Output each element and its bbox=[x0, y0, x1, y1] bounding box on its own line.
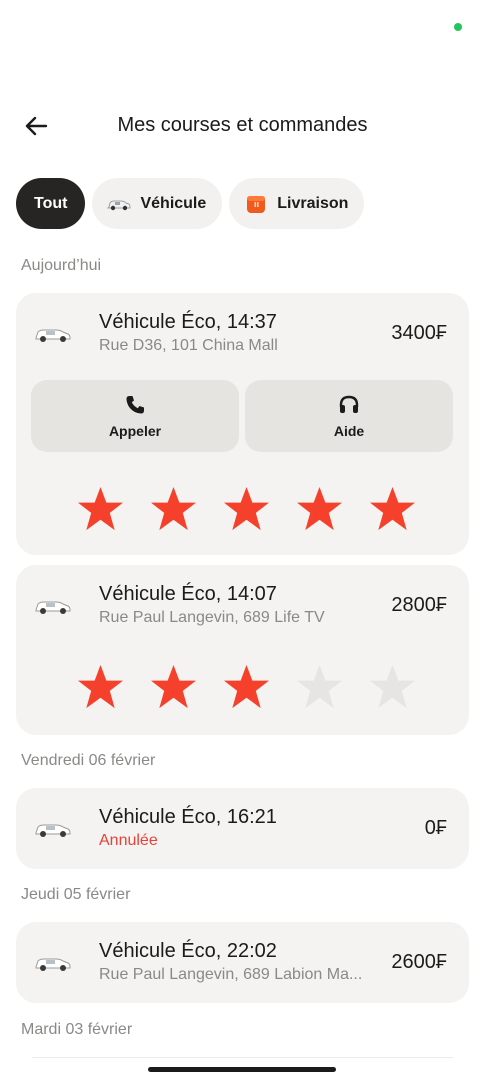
car-icon bbox=[35, 601, 71, 614]
star-icon[interactable] bbox=[295, 486, 344, 533]
filter-chip-label: Tout bbox=[34, 194, 68, 212]
ride-status-cancelled: Annulée bbox=[99, 832, 158, 849]
filter-chip-vehicle[interactable]: Véhicule bbox=[92, 178, 223, 229]
call-button[interactable]: Appeler bbox=[31, 380, 239, 452]
ride-title: Véhicule Éco, 16:21 bbox=[99, 806, 277, 828]
phone-icon bbox=[126, 396, 144, 414]
ride-price: 3400₣ bbox=[391, 322, 447, 344]
section-header-date: Jeudi 05 février bbox=[21, 886, 131, 903]
car-icon bbox=[35, 958, 71, 971]
star-icon[interactable] bbox=[222, 664, 271, 711]
star-icon[interactable] bbox=[149, 664, 198, 711]
star-icon[interactable] bbox=[149, 486, 198, 533]
filter-chip-label: Véhicule bbox=[140, 194, 207, 212]
star-icon[interactable] bbox=[222, 486, 271, 533]
divider bbox=[32, 1057, 453, 1058]
ride-card: Véhicule Éco, 14:37 Rue D36, 101 China M… bbox=[16, 293, 469, 555]
ride-title: Véhicule Éco, 14:07 bbox=[99, 583, 277, 605]
ride-title: Véhicule Éco, 22:02 bbox=[99, 940, 277, 962]
star-icon[interactable] bbox=[76, 664, 125, 711]
car-icon bbox=[35, 329, 71, 342]
star-icon[interactable] bbox=[368, 664, 417, 711]
filter-chips: Tout Véhicule Livraison bbox=[16, 178, 365, 229]
star-icon[interactable] bbox=[295, 664, 344, 711]
page-title: Mes courses et commandes bbox=[117, 114, 368, 136]
ride-address: Rue D36, 101 China Mall bbox=[99, 337, 278, 354]
ride-address: Rue Paul Langevin, 689 Labion Ma... bbox=[99, 966, 363, 983]
section-header-date: Mardi 03 février bbox=[21, 1021, 133, 1038]
ride-price: 0₣ bbox=[424, 817, 447, 839]
delivery-box-icon bbox=[243, 191, 269, 217]
home-indicator[interactable] bbox=[148, 1067, 336, 1072]
ride-row[interactable]: Véhicule Éco, 22:02 Rue Paul Langevin, 6… bbox=[16, 922, 469, 1002]
ride-address: Rue Paul Langevin, 689 Life TV bbox=[99, 609, 325, 626]
ride-card: Véhicule Éco, 14:07 Rue Paul Langevin, 6… bbox=[16, 565, 469, 735]
star-icon[interactable] bbox=[76, 486, 125, 533]
header: Mes courses et commandes bbox=[0, 106, 485, 146]
status-indicator-dot bbox=[454, 23, 462, 31]
filter-chip-all[interactable]: Tout bbox=[16, 178, 86, 229]
car-icon bbox=[35, 824, 71, 837]
ride-row[interactable]: Véhicule Éco, 14:37 Rue D36, 101 China M… bbox=[16, 293, 469, 373]
ride-price: 2600₣ bbox=[391, 951, 447, 973]
ride-row[interactable]: Véhicule Éco, 14:07 Rue Paul Langevin, 6… bbox=[16, 565, 469, 645]
star-icon[interactable] bbox=[368, 486, 417, 533]
rating-stars bbox=[76, 664, 417, 711]
ride-price: 2800₣ bbox=[391, 594, 447, 616]
section-header-today: Aujourd’hui bbox=[21, 257, 102, 274]
car-icon bbox=[106, 191, 132, 217]
help-button[interactable]: Aide bbox=[245, 380, 453, 452]
ride-row[interactable]: Véhicule Éco, 16:21 Annulée 0₣ bbox=[16, 788, 469, 868]
filter-chip-delivery[interactable]: Livraison bbox=[229, 178, 365, 229]
headset-icon bbox=[339, 395, 359, 413]
rating-stars bbox=[76, 486, 417, 533]
section-header-date: Vendredi 06 février bbox=[21, 752, 156, 769]
ride-card: Véhicule Éco, 16:21 Annulée 0₣ bbox=[16, 788, 469, 869]
ride-actions: Appeler Aide bbox=[31, 380, 453, 452]
call-button-label: Appeler bbox=[108, 423, 162, 439]
ride-card: Véhicule Éco, 22:02 Rue Paul Langevin, 6… bbox=[16, 922, 469, 1003]
ride-title: Véhicule Éco, 14:37 bbox=[99, 311, 277, 333]
filter-chip-label: Livraison bbox=[277, 194, 349, 212]
help-button-label: Aide bbox=[333, 423, 365, 439]
